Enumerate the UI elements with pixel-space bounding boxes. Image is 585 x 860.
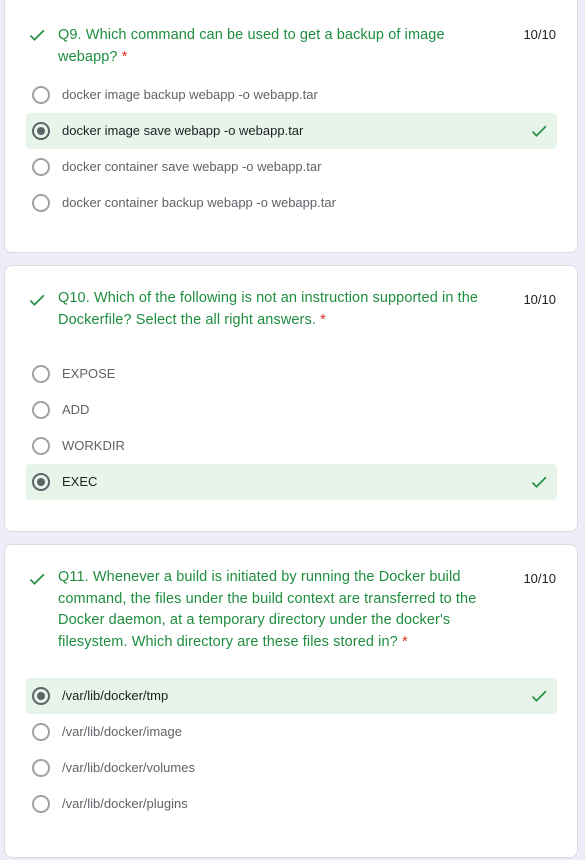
radio-button[interactable] bbox=[32, 194, 50, 212]
required-asterisk: * bbox=[121, 48, 128, 65]
check-icon bbox=[29, 29, 45, 41]
radio-button-selected[interactable] bbox=[32, 122, 50, 140]
answer-option[interactable]: docker container save webapp -o webapp.t… bbox=[26, 149, 557, 185]
radio-button[interactable] bbox=[32, 759, 50, 777]
correct-check-icon bbox=[531, 690, 547, 702]
question-card-q10: Q10. Which of the following is not an in… bbox=[4, 265, 578, 532]
answer-option-correct[interactable]: docker image save webapp -o webapp.tar bbox=[26, 113, 557, 149]
radio-button[interactable] bbox=[32, 401, 50, 419]
option-label: ADD bbox=[62, 402, 90, 417]
answer-option[interactable]: EXPOSE bbox=[26, 356, 557, 392]
radio-button[interactable] bbox=[32, 158, 50, 176]
radio-button-selected[interactable] bbox=[32, 473, 50, 491]
option-label: docker image save webapp -o webapp.tar bbox=[62, 123, 304, 138]
option-label: docker container save webapp -o webapp.t… bbox=[62, 159, 322, 174]
answer-option[interactable]: ADD bbox=[26, 392, 557, 428]
radio-button[interactable] bbox=[32, 795, 50, 813]
option-label: /var/lib/docker/image bbox=[62, 724, 182, 739]
question-card-q11: Q11. Whenever a build is initiated by ru… bbox=[4, 544, 578, 858]
radio-button[interactable] bbox=[32, 437, 50, 455]
radio-button[interactable] bbox=[32, 86, 50, 104]
required-asterisk: * bbox=[401, 633, 408, 650]
option-label: /var/lib/docker/tmp bbox=[62, 688, 169, 703]
answer-option[interactable]: docker container backup webapp -o webapp… bbox=[26, 185, 557, 221]
option-label: WORKDIR bbox=[62, 438, 125, 453]
radio-button-selected[interactable] bbox=[32, 687, 50, 705]
question-text: Q9. Which command can be used to get a b… bbox=[58, 27, 445, 65]
correct-check-icon bbox=[531, 125, 547, 137]
option-label: EXEC bbox=[62, 474, 98, 489]
score-badge: 10/10 bbox=[523, 571, 556, 586]
question-text: Q10. Which of the following is not an in… bbox=[58, 290, 479, 328]
answer-option[interactable]: /var/lib/docker/image bbox=[26, 714, 557, 750]
answer-option[interactable]: /var/lib/docker/volumes bbox=[26, 750, 557, 786]
option-label: /var/lib/docker/plugins bbox=[62, 796, 188, 811]
required-asterisk: * bbox=[320, 311, 326, 328]
check-icon bbox=[29, 573, 45, 585]
correct-check-icon bbox=[531, 476, 547, 488]
answer-option[interactable]: docker image backup webapp -o webapp.tar bbox=[26, 77, 557, 113]
score-badge: 10/10 bbox=[523, 27, 556, 42]
answer-option-correct[interactable]: EXEC bbox=[26, 464, 557, 500]
radio-button[interactable] bbox=[32, 723, 50, 741]
answer-option[interactable]: /var/lib/docker/plugins bbox=[26, 786, 557, 822]
check-icon bbox=[29, 294, 45, 306]
option-label: EXPOSE bbox=[62, 366, 116, 381]
question-text: Q11. Whenever a build is initiated by ru… bbox=[58, 569, 477, 650]
option-label: docker image backup webapp -o webapp.tar bbox=[62, 87, 318, 102]
answer-option[interactable]: WORKDIR bbox=[26, 428, 557, 464]
answer-option-correct[interactable]: /var/lib/docker/tmp bbox=[26, 678, 557, 714]
radio-button[interactable] bbox=[32, 365, 50, 383]
option-label: docker container backup webapp -o webapp… bbox=[62, 195, 336, 210]
score-badge: 10/10 bbox=[523, 292, 556, 307]
question-card-q9: Q9. Which command can be used to get a b… bbox=[4, 0, 578, 253]
option-label: /var/lib/docker/volumes bbox=[62, 760, 195, 775]
